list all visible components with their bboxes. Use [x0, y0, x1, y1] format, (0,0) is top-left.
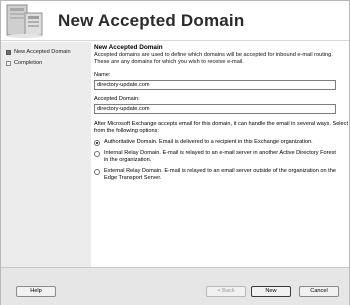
option-external-relay[interactable]: External Relay Domain. E-mail is relayed… — [94, 168, 348, 182]
option-label: Internal Relay Domain. E-mail is relayed… — [104, 150, 336, 163]
help-button[interactable]: Help — [16, 286, 56, 297]
page-heading: New Accepted Domain — [94, 44, 163, 51]
radio-external-relay[interactable] — [94, 169, 100, 175]
back-button[interactable]: < Back — [206, 286, 246, 297]
radio-authoritative[interactable] — [94, 140, 100, 146]
accepted-domain-field[interactable]: directory-update.com — [94, 104, 336, 114]
step-label: New Accepted Domain — [14, 49, 71, 55]
new-button[interactable]: New — [251, 286, 291, 297]
wizard-content: New Accepted Domain Accepted domains are… — [94, 44, 348, 182]
option-label: Authoritative Domain. Email is delivered… — [104, 139, 313, 145]
computer-icon — [6, 4, 43, 38]
step-indicator-icon — [6, 60, 11, 66]
wizard-title: New Accepted Domain — [58, 11, 245, 30]
option-label: External Relay Domain. E-mail is relayed… — [104, 168, 336, 181]
step-new-accepted-domain[interactable]: New Accepted Domain — [6, 47, 71, 57]
name-label: Name: — [94, 72, 111, 78]
step-indicator-icon — [6, 49, 11, 55]
step-completion[interactable]: Completion — [6, 58, 42, 68]
option-internal-relay[interactable]: Internal Relay Domain. E-mail is relayed… — [94, 150, 348, 164]
name-field[interactable]: directory-update.com — [94, 80, 336, 90]
page-description: Accepted domains are used to define whic… — [94, 52, 333, 65]
wizard-header: New Accepted Domain — [1, 1, 349, 41]
handling-description: After Microsoft Exchange accepts email f… — [94, 121, 349, 134]
cancel-button[interactable]: Cancel — [299, 286, 339, 297]
step-label: Completion — [14, 60, 43, 66]
accepted-domain-label: Accepted Domain: — [94, 96, 140, 102]
wizard-footer: Help < Back New Cancel — [1, 267, 349, 305]
steps-pane: New Accepted Domain Completion — [1, 42, 91, 267]
radio-internal-relay[interactable] — [94, 151, 100, 157]
option-authoritative[interactable]: Authoritative Domain. Email is delivered… — [94, 139, 348, 146]
wizard-window: New Accepted Domain New Accepted Domain … — [0, 0, 350, 305]
